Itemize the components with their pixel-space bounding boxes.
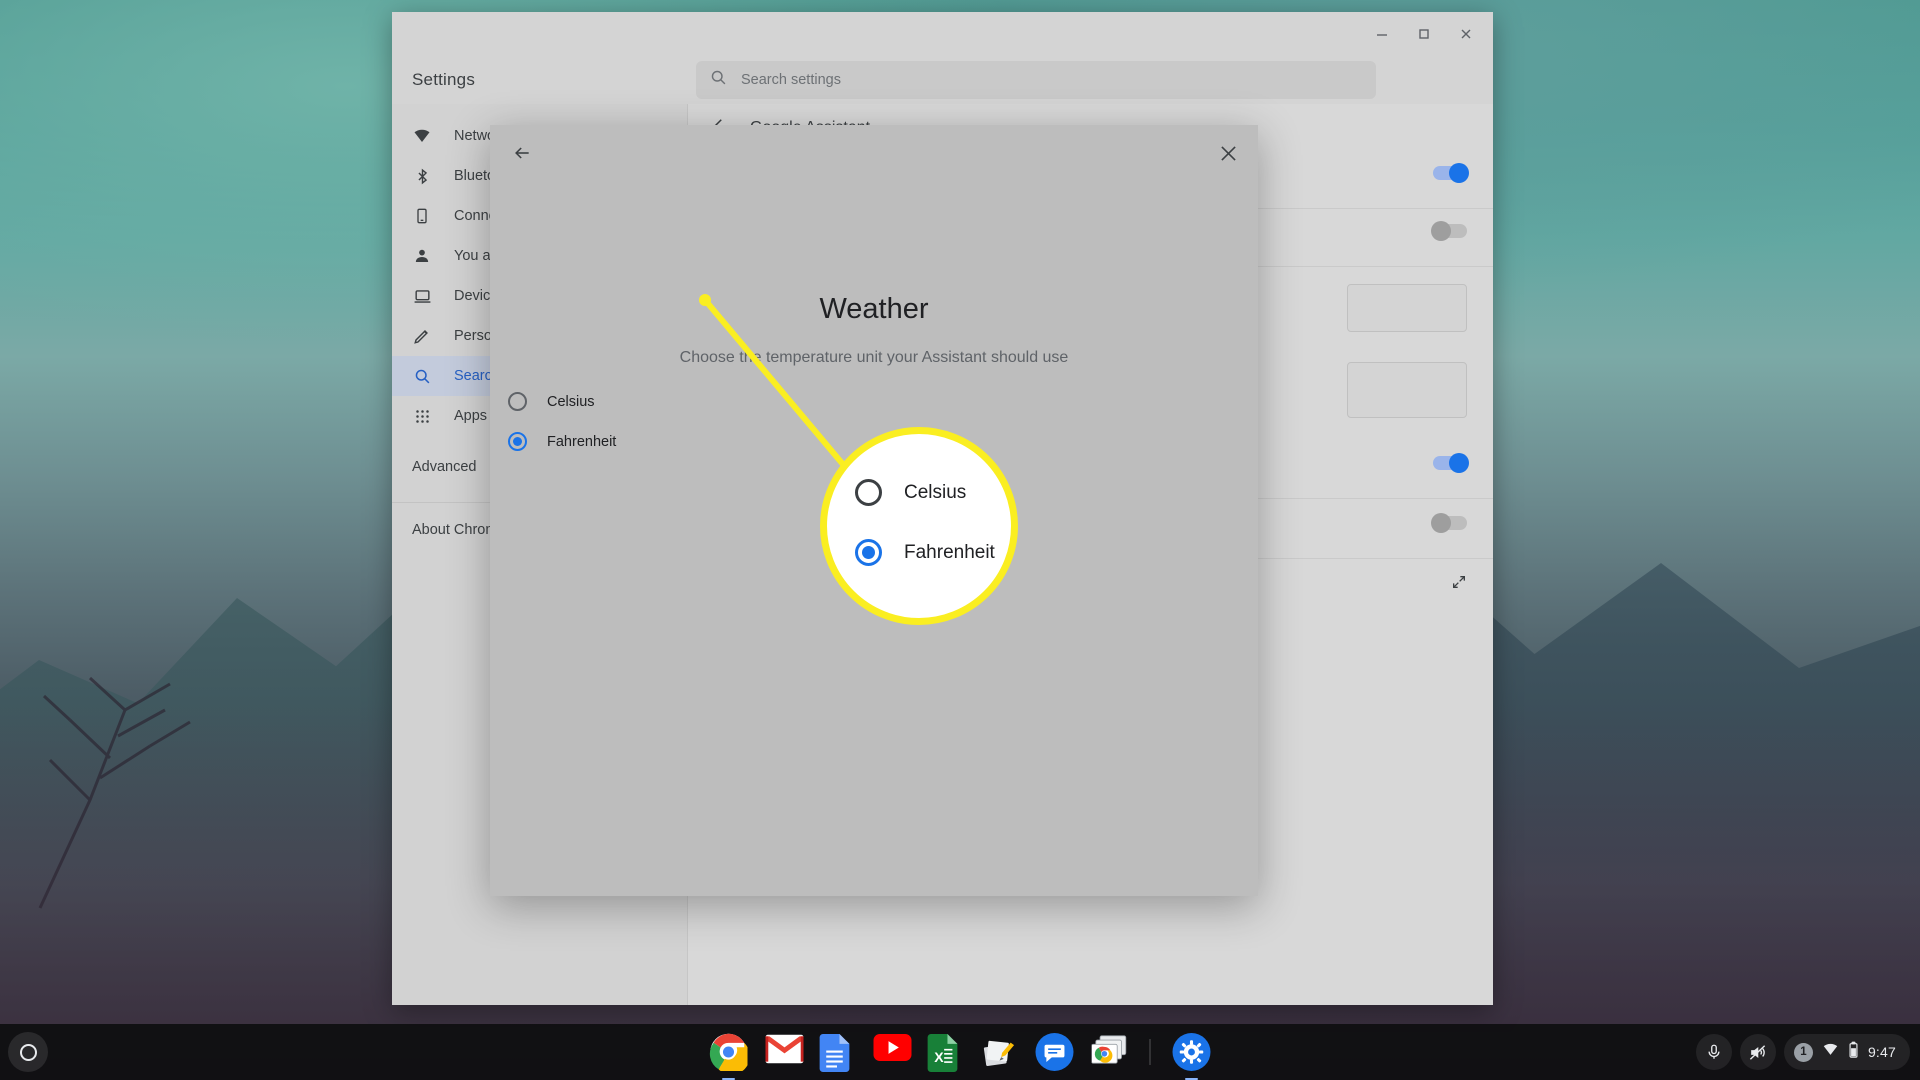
- shelf-app-docs[interactable]: [820, 1034, 856, 1070]
- sheets-icon: X: [928, 1034, 958, 1072]
- status-area-pill[interactable]: 1 9:47: [1784, 1034, 1910, 1070]
- shelf-app-settings[interactable]: [1173, 1033, 1211, 1071]
- dialog-subtitle: Choose the temperature unit your Assista…: [490, 349, 1258, 367]
- magnified-callout-circle: Celsius Fahrenheit: [820, 427, 1018, 625]
- shelf-app-sheets[interactable]: X: [928, 1034, 964, 1070]
- files-icon: [1092, 1034, 1128, 1065]
- tree-silhouette: [30, 650, 250, 910]
- dialog-title: Weather: [490, 293, 1258, 326]
- battery-icon[interactable]: [1848, 1041, 1859, 1064]
- shelf-app-list: X: [710, 1033, 1211, 1071]
- keep-icon: [982, 1034, 1018, 1070]
- launcher-circle-icon: [20, 1044, 37, 1061]
- shelf-separator: [1150, 1039, 1151, 1065]
- wifi-icon[interactable]: [1822, 1041, 1839, 1063]
- dialog-close-button[interactable]: [1208, 133, 1248, 173]
- docs-icon: [820, 1034, 850, 1072]
- notification-count-badge[interactable]: 1: [1794, 1043, 1813, 1062]
- shelf-app-gmail[interactable]: [766, 1034, 802, 1070]
- settings-icon: [1173, 1033, 1211, 1071]
- microphone-button[interactable]: [1696, 1034, 1732, 1070]
- radio-option-celsius[interactable]: Celsius: [508, 392, 595, 411]
- magnified-radio-label: Celsius: [904, 482, 966, 504]
- volume-muted-button[interactable]: [1740, 1034, 1776, 1070]
- radio-button-unselected-icon[interactable]: [508, 392, 527, 411]
- radio-label: Fahrenheit: [547, 434, 616, 450]
- radio-button-unselected-icon: [855, 479, 882, 506]
- radio-label: Celsius: [547, 394, 595, 410]
- shelf-app-chrome[interactable]: [710, 1033, 748, 1071]
- gmail-icon: [766, 1034, 804, 1064]
- shelf-app-files[interactable]: [1092, 1034, 1128, 1070]
- shelf-app-youtube[interactable]: [874, 1034, 910, 1070]
- radio-button-selected-icon[interactable]: [508, 432, 527, 451]
- clock[interactable]: 9:47: [1868, 1044, 1896, 1060]
- radio-button-selected-icon: [855, 539, 882, 566]
- system-tray: 1 9:47: [1696, 1034, 1910, 1070]
- magnified-option-celsius: Celsius: [855, 479, 966, 506]
- radio-option-fahrenheit[interactable]: Fahrenheit: [508, 432, 616, 451]
- shelf: X: [0, 1024, 1920, 1080]
- messages-icon: [1036, 1033, 1074, 1071]
- launcher-button[interactable]: [8, 1032, 48, 1072]
- svg-text:X: X: [934, 1049, 944, 1065]
- magnified-radio-label: Fahrenheit: [904, 542, 995, 564]
- dialog-back-button[interactable]: [502, 133, 542, 173]
- shelf-app-keep[interactable]: [982, 1034, 1018, 1070]
- chrome-icon: [710, 1033, 748, 1071]
- shelf-app-messages[interactable]: [1036, 1033, 1074, 1071]
- magnified-option-fahrenheit: Fahrenheit: [855, 539, 995, 566]
- youtube-icon: [874, 1034, 912, 1061]
